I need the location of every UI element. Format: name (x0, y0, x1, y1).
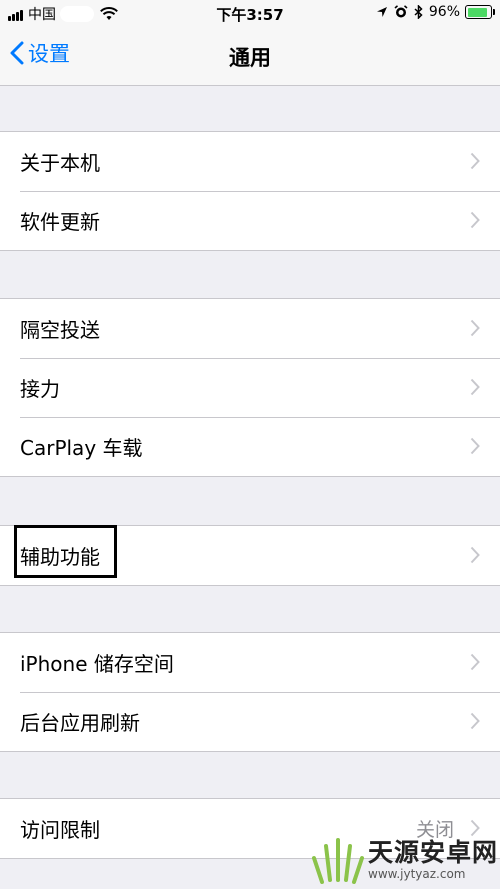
list-item-accessibility[interactable]: 辅助功能 (0, 526, 500, 585)
status-right: 96% (370, 4, 495, 20)
page-title: 通用 (229, 46, 271, 70)
android-logo-icon (312, 838, 364, 884)
list-item-software-update[interactable]: 软件更新 (0, 191, 500, 250)
watermark-text: 天源安卓网 www.jytyaz.com (368, 838, 499, 882)
battery-fill (467, 7, 487, 17)
navigation-bar: 设置 通用 (0, 28, 500, 86)
list-item-label: iPhone 储存空间 (20, 652, 174, 676)
bluetooth-icon (414, 5, 423, 19)
watermark-url: www.jytyaz.com (368, 867, 466, 881)
list-item-iphone-storage[interactable]: iPhone 储存空间 (0, 633, 500, 692)
chevron-right-icon (470, 546, 480, 564)
list-item-label: 辅助功能 (20, 545, 100, 569)
list-item-label: 关于本机 (20, 151, 100, 175)
chevron-right-icon (470, 819, 480, 837)
list-item-airdrop[interactable]: 隔空投送 (0, 299, 500, 358)
chevron-right-icon (470, 378, 480, 396)
status-bar: 中国 下午3:57 96% (0, 0, 500, 28)
chevron-right-icon (470, 319, 480, 337)
chevron-right-icon (470, 437, 480, 455)
battery-icon (465, 5, 495, 19)
battery-percent: 96% (428, 4, 460, 20)
list-item-label: 软件更新 (20, 210, 100, 234)
list-item-handoff[interactable]: 接力 (0, 358, 500, 417)
chevron-right-icon (470, 211, 480, 229)
watermark: 天源安卓网 www.jytyaz.com (310, 836, 498, 884)
settings-group-storage: iPhone 储存空间 后台应用刷新 (0, 632, 500, 752)
list-item-about[interactable]: 关于本机 (0, 132, 500, 191)
list-item-label: 接力 (20, 377, 60, 401)
list-item-background-refresh[interactable]: 后台应用刷新 (0, 692, 500, 751)
list-item-label: 访问限制 (20, 818, 100, 842)
list-item-carplay[interactable]: CarPlay 车载 (0, 417, 500, 476)
settings-group-connectivity: 隔空投送 接力 CarPlay 车载 (0, 298, 500, 477)
list-item-label: 后台应用刷新 (20, 711, 140, 735)
list-item-label: 隔空投送 (20, 318, 100, 342)
chevron-right-icon (470, 152, 480, 170)
list-item-label: CarPlay 车载 (20, 436, 143, 460)
chevron-right-icon (470, 712, 480, 730)
location-arrow-icon (376, 7, 387, 17)
settings-group-about: 关于本机 软件更新 (0, 131, 500, 251)
settings-group-accessibility: 辅助功能 (0, 525, 500, 586)
watermark-title: 天源安卓网 (368, 838, 499, 867)
chevron-right-icon (470, 653, 480, 671)
alarm-clock-icon (394, 5, 408, 18)
